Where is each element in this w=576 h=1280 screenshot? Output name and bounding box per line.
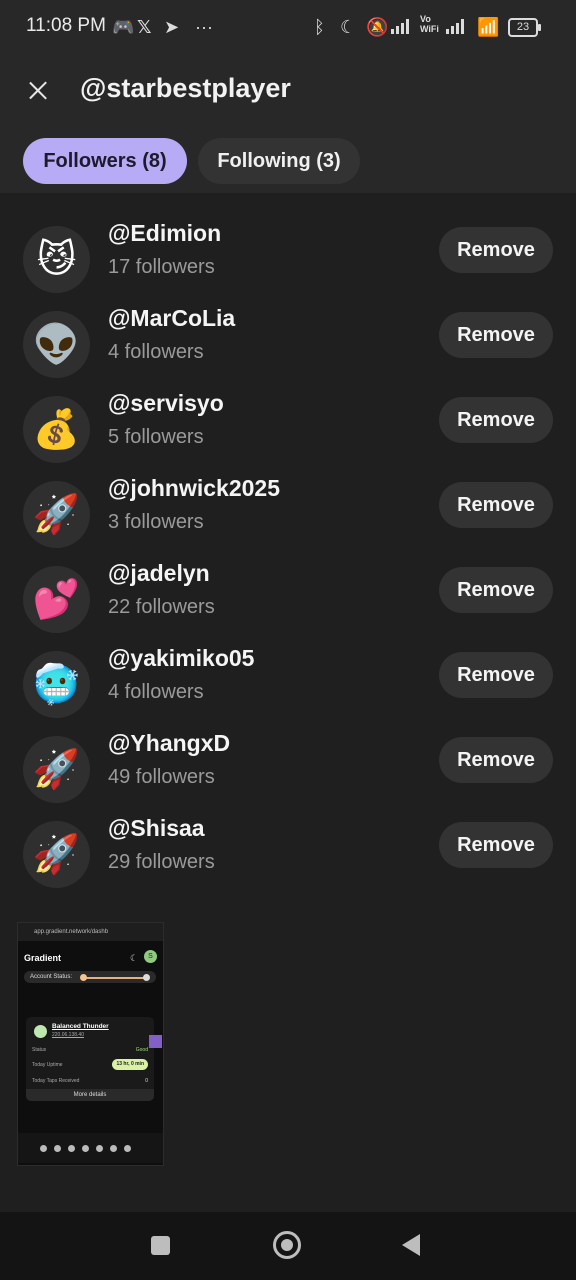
thumbnail-nav — [18, 1109, 163, 1131]
username[interactable]: @johnwick2025 — [108, 475, 280, 502]
status-label: Status — [32, 1047, 47, 1053]
signal-icon — [446, 18, 468, 34]
remove-button[interactable]: Remove — [439, 567, 553, 613]
remove-button[interactable]: Remove — [439, 397, 553, 443]
avatar[interactable]: 🚀 — [23, 481, 90, 548]
node-name: Balanced Thunder — [52, 1023, 109, 1030]
bluetooth-icon: ᛒ — [314, 17, 325, 37]
follower-count: 22 followers — [108, 596, 215, 618]
avatar[interactable]: 😼 — [23, 226, 90, 293]
discord-icon: 🎮 — [112, 17, 135, 37]
moon-icon: ☾ — [340, 17, 357, 37]
thumbnail-brand: Gradient — [24, 953, 62, 963]
telegram-icon: ➤ — [164, 17, 180, 37]
avatar[interactable]: 🥶 — [23, 651, 90, 718]
remove-button[interactable]: Remove — [439, 822, 553, 868]
follower-count: 4 followers — [108, 341, 204, 363]
back-button[interactable] — [402, 1234, 420, 1256]
tab-following[interactable]: Following (3) — [198, 138, 360, 184]
screenshot-thumbnail[interactable]: app.gradient.network/dashb Gradient ☾ S … — [17, 922, 164, 1166]
username[interactable]: @MarCoLia — [108, 305, 235, 332]
slider-knob — [143, 974, 150, 981]
username[interactable]: @YhangxD — [108, 730, 230, 757]
wifi-icon: 📶 — [477, 17, 500, 37]
uptime-value: 13 hr, 0 min — [112, 1059, 148, 1070]
home-button[interactable] — [273, 1231, 301, 1259]
follower-count: 17 followers — [108, 256, 215, 278]
username[interactable]: @servisyo — [108, 390, 224, 417]
avatar[interactable]: 🚀 — [23, 821, 90, 888]
bell-off-icon: 🔕 — [366, 17, 389, 37]
thumbnail-dock — [18, 1133, 163, 1163]
username[interactable]: @jadelyn — [108, 560, 210, 587]
signal-icon — [391, 18, 413, 34]
tab-followers[interactable]: Followers (8) — [23, 138, 187, 184]
avatar[interactable]: 💰 — [23, 396, 90, 463]
follower-count: 3 followers — [108, 511, 204, 533]
thumbnail-node-card: Balanced Thunder 220.06.138.40 Status Go… — [26, 1017, 154, 1097]
taps-value: 0 — [145, 1078, 148, 1084]
thumbnail-side-tab — [149, 1035, 162, 1048]
close-icon[interactable] — [26, 78, 50, 102]
remove-button[interactable]: Remove — [439, 312, 553, 358]
remove-button[interactable]: Remove — [439, 652, 553, 698]
list-item: 🚀 @Shisaa 29 followers Remove — [0, 811, 576, 896]
moon-icon: ☾ — [130, 953, 139, 963]
list-item: 👽 @MarCoLia 4 followers Remove — [0, 301, 576, 386]
status-bar: 11:08 PM 🎮 𝕏 ➤ ··· ᛒ ☾ 🔕 Vo WiFi 📶 23 — [0, 0, 576, 56]
username[interactable]: @Shisaa — [108, 815, 205, 842]
list-item: 😼 @Edimion 17 followers Remove — [0, 216, 576, 301]
list-item: 💰 @servisyo 5 followers Remove — [0, 386, 576, 471]
node-ip: 220.06.138.40 — [52, 1032, 84, 1038]
thumbnail-url-bar: app.gradient.network/dashb — [18, 923, 163, 941]
follower-count: 5 followers — [108, 426, 204, 448]
follower-count: 4 followers — [108, 681, 204, 703]
list-item: 🚀 @johnwick2025 3 followers Remove — [0, 471, 576, 556]
more-details-button: More details — [26, 1089, 154, 1101]
list-item: 🥶 @yakimiko05 4 followers Remove — [0, 641, 576, 726]
slider-knob — [80, 974, 87, 981]
list-item: 🚀 @YhangxD 49 followers Remove — [0, 726, 576, 811]
battery-icon: 23 — [508, 18, 541, 37]
avatar[interactable]: 🚀 — [23, 736, 90, 803]
status-time: 11:08 PM — [26, 15, 106, 36]
username[interactable]: @Edimion — [108, 220, 221, 247]
vowifi-icon: Vo WiFi — [420, 14, 439, 34]
thumbnail-slider — [82, 977, 144, 979]
recents-button[interactable] — [151, 1236, 170, 1255]
remove-button[interactable]: Remove — [439, 737, 553, 783]
list-item: 💕 @jadelyn 22 followers Remove — [0, 556, 576, 641]
follower-count: 29 followers — [108, 851, 215, 873]
node-icon — [34, 1025, 47, 1038]
taps-label: Today Taps Received — [32, 1078, 80, 1084]
follower-count: 49 followers — [108, 766, 215, 788]
status-value: Good — [135, 1047, 148, 1053]
avatar: S — [144, 950, 157, 963]
username[interactable]: @yakimiko05 — [108, 645, 254, 672]
page-title: @starbestplayer — [80, 73, 291, 103]
x-icon: 𝕏 — [137, 17, 152, 37]
more-dots-icon: ··· — [195, 17, 213, 37]
avatar[interactable]: 💕 — [23, 566, 90, 633]
uptime-label: Today Uptime — [32, 1062, 63, 1068]
remove-button[interactable]: Remove — [439, 227, 553, 273]
avatar[interactable]: 👽 — [23, 311, 90, 378]
remove-button[interactable]: Remove — [439, 482, 553, 528]
system-nav-bar — [0, 1212, 576, 1280]
